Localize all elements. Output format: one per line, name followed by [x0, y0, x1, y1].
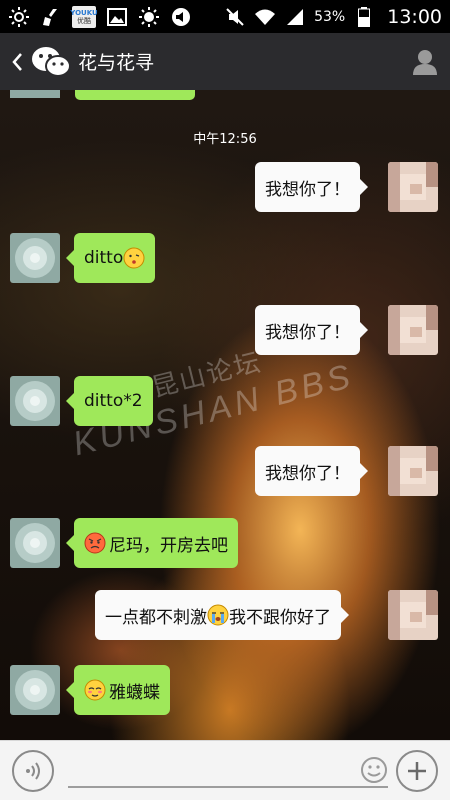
message-text: 一点都不刺激 — [105, 607, 207, 628]
message-bubble-received[interactable]: ditto — [65, 233, 156, 283]
avatar[interactable] — [10, 518, 60, 568]
message-bubble-received[interactable]: ditto*2 — [66, 376, 153, 426]
input-bar — [0, 740, 450, 800]
youku-app-icon: YOUKU 优酷 — [70, 5, 98, 28]
mute-icon — [224, 6, 246, 28]
avatar[interactable] — [388, 446, 438, 496]
message-text: ditto*2 — [84, 391, 143, 411]
message-input[interactable] — [68, 753, 354, 784]
message-bubble-sent[interactable]: 我想你了！ — [255, 305, 368, 355]
plus-icon[interactable] — [396, 749, 438, 792]
voice-icon[interactable] — [12, 749, 54, 792]
wechat-icon — [30, 33, 72, 90]
blushing-face-emoji — [84, 679, 106, 701]
battery-percent: 53% — [314, 8, 346, 25]
message-text: 尼玛，开房去吧 — [109, 535, 228, 556]
clock: 13:00 — [387, 5, 442, 28]
brightness-icon — [8, 6, 30, 28]
chat-area[interactable]: 昆山论坛 KUNSHAN BBS 中午12:56 我想你了！ ditto 我想你… — [0, 90, 450, 740]
message-text: ditto — [84, 248, 124, 268]
avatar[interactable] — [10, 665, 60, 715]
message-input-field[interactable] — [68, 750, 388, 792]
battery-icon — [353, 6, 375, 28]
timestamp: 中午12:56 — [193, 132, 257, 147]
crying-face-emoji — [207, 604, 229, 626]
avatar[interactable] — [388, 590, 438, 640]
brightness-icon — [138, 6, 160, 28]
smiley-icon[interactable] — [360, 756, 388, 784]
kiss-face-emoji — [123, 247, 145, 269]
volume-icon — [170, 6, 192, 28]
gallery-icon — [106, 6, 128, 28]
message-bubble[interactable] — [75, 90, 195, 100]
message-bubble-received[interactable]: 尼玛，开房去吧 — [66, 518, 238, 568]
message-bubble-sent[interactable]: 我想你了！ — [255, 446, 368, 496]
message-text: 我想你了！ — [265, 179, 350, 200]
avatar[interactable] — [10, 376, 60, 426]
wifi-icon — [254, 6, 276, 28]
youku-sublabel: 优酷 — [77, 16, 91, 25]
avatar[interactable] — [10, 233, 60, 283]
message-text: 我想你了！ — [265, 322, 350, 343]
chat-title: 花与花寻 — [78, 52, 155, 74]
status-bar: YOUKU 优酷 53% 13:00 — [0, 0, 450, 33]
message-text: 雅蠛蝶 — [109, 682, 160, 703]
message-bubble-sent[interactable]: 一点都不刺激 我不跟你好了 — [95, 590, 349, 640]
back-chevron-icon[interactable] — [4, 33, 30, 90]
profile-icon[interactable] — [400, 33, 450, 90]
message-bubble-received[interactable]: 雅蠛蝶 — [66, 665, 170, 715]
signal-icon — [284, 6, 306, 28]
message-text: 我不跟你好了 — [229, 607, 331, 628]
message-text: 我想你了！ — [265, 463, 350, 484]
angry-face-emoji — [84, 532, 106, 554]
cleaner-icon — [40, 6, 62, 28]
youku-label: YOUKU — [70, 8, 98, 17]
avatar[interactable] — [388, 162, 438, 212]
message-bubble-sent[interactable]: 我想你了！ — [255, 162, 368, 212]
avatar[interactable] — [10, 90, 60, 98]
input-underline — [68, 785, 388, 788]
avatar[interactable] — [388, 305, 438, 355]
chat-header: 花与花寻 — [0, 33, 450, 90]
